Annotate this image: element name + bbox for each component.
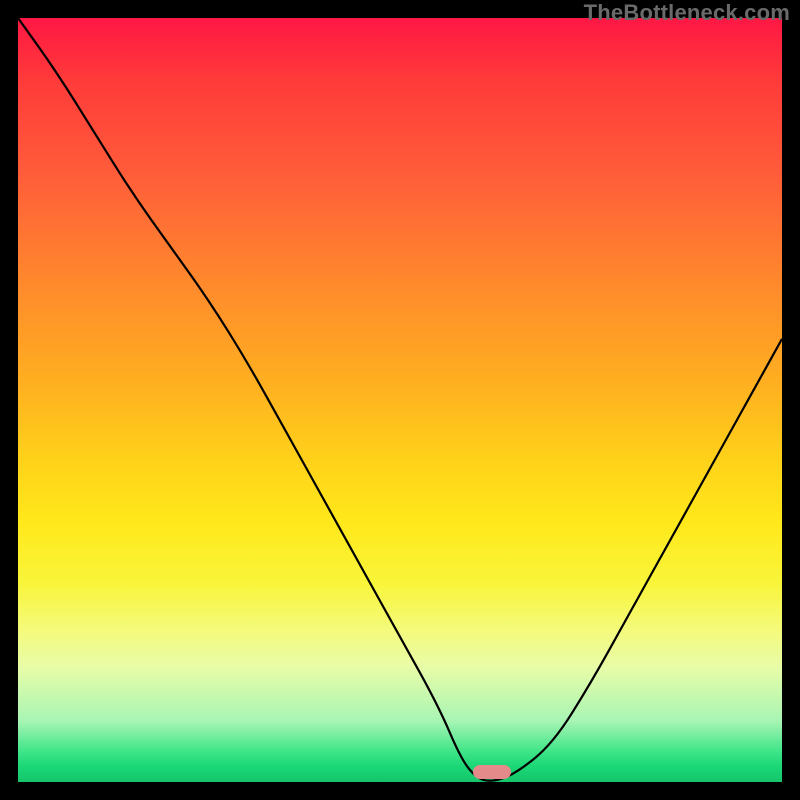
- optimum-marker: [473, 765, 511, 779]
- chart-plot-area: [18, 18, 782, 782]
- bottleneck-curve: [18, 18, 782, 782]
- watermark-text: TheBottleneck.com: [584, 0, 790, 26]
